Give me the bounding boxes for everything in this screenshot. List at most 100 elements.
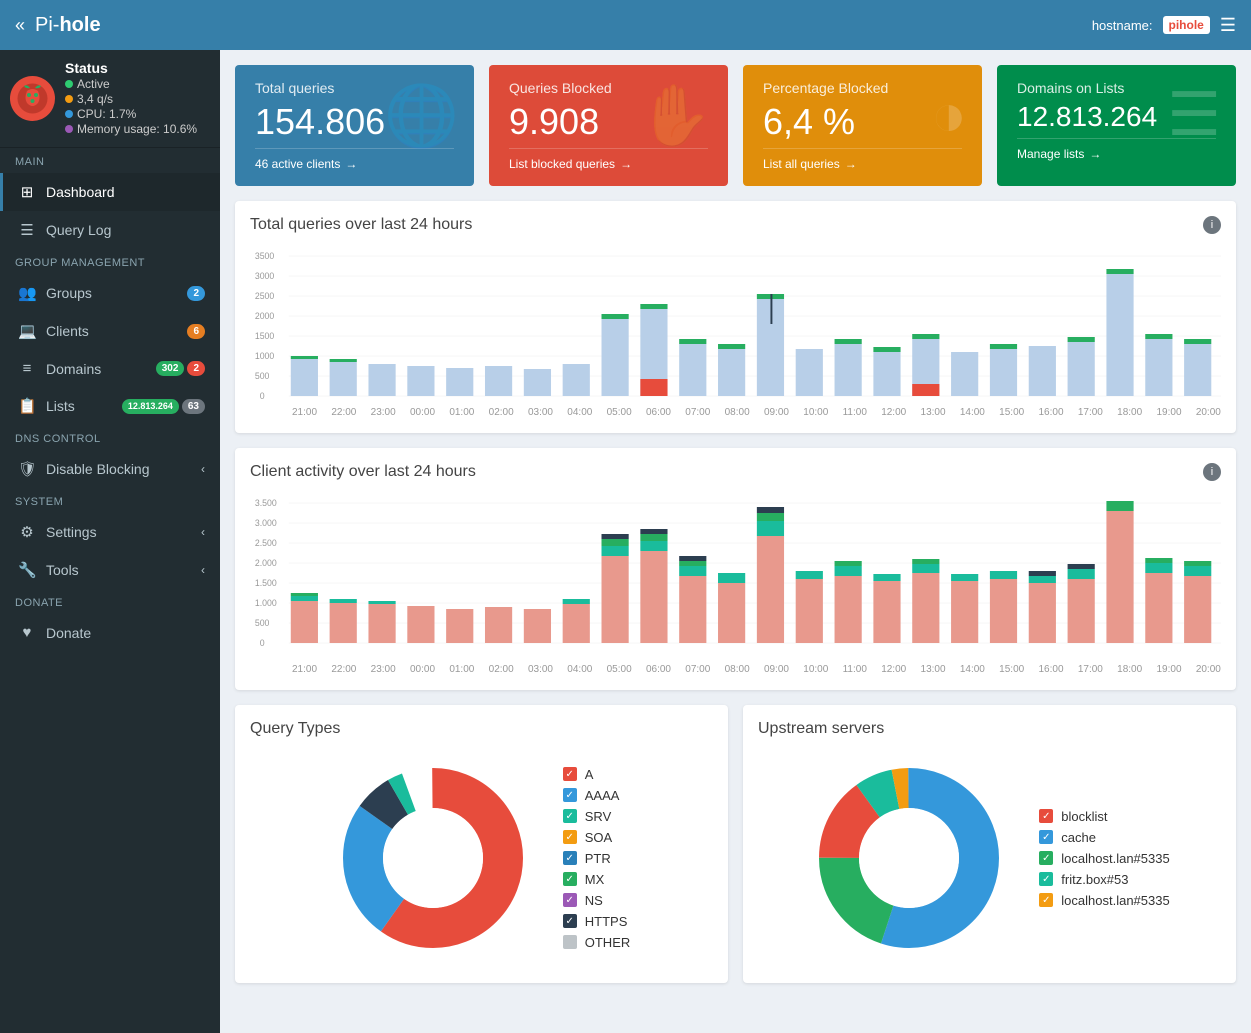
active-label: Active <box>77 77 110 91</box>
sidebar-item-lists[interactable]: 📋 Lists 12.813.264 63 <box>0 387 220 425</box>
hamburger-button[interactable]: ☰ <box>1220 15 1236 36</box>
legend-item-ptr: ✓ PTR <box>563 851 631 866</box>
query-log-icon: ☰ <box>18 221 36 239</box>
legend-item-https: ✓ HTTPS <box>563 914 631 929</box>
clients-badge: 6 <box>187 324 205 339</box>
mem-label: Memory usage: 10.6% <box>77 122 197 136</box>
legend-item-ns: ✓ NS <box>563 893 631 908</box>
stat-card-total-queries: 🌐 Total queries 154.806 46 active client… <box>235 65 474 186</box>
percentage-blocked-footer[interactable]: List all queries → <box>763 148 962 171</box>
arrow-icon: ‹ <box>201 462 205 476</box>
total-queries-footer[interactable]: 46 active clients → <box>255 148 454 171</box>
legend-label-ptr: PTR <box>585 851 611 866</box>
shield-icon: 🛡 <box>18 460 36 478</box>
dashboard-label: Dashboard <box>46 184 205 200</box>
query-types-chart: Query Types <box>235 705 728 983</box>
footer-arrow-icon3: → <box>845 157 857 171</box>
settings-arrow-icon: ‹ <box>201 525 205 539</box>
legend-label-aaaa: AAAA <box>585 788 620 803</box>
groups-badge: 2 <box>187 286 205 301</box>
hostname-value: pihole <box>1163 16 1210 34</box>
sidebar-item-query-log[interactable]: ☰ Query Log <box>0 211 220 249</box>
legend-item-other: OTHER <box>563 935 631 950</box>
heart-icon: ♥ <box>18 624 36 641</box>
sidebar-item-disable-blocking[interactable]: 🛡 Disable Blocking ‹ <box>0 450 220 488</box>
header-right: hostname: pihole ☰ <box>1092 15 1236 36</box>
query-types-container: ✓ A ✓ AAAA ✓ SRV <box>250 748 713 968</box>
footer-arrow-icon4: → <box>1089 147 1101 161</box>
legend-label-other: OTHER <box>585 935 631 950</box>
svg-text:2500: 2500 <box>255 291 274 301</box>
queries-blocked-title: Queries Blocked <box>509 80 708 96</box>
lists-badges: 12.813.264 63 <box>122 399 205 414</box>
upstream-servers-header: Upstream servers <box>758 720 1221 738</box>
legend-label-mx: MX <box>585 872 605 887</box>
status-info: Status Active 3,4 q/s CPU: 1.7% Memory u… <box>65 60 197 137</box>
legend-color-mx: ✓ <box>563 872 577 886</box>
tools-icon: 🔧 <box>18 561 36 579</box>
client-activity-chart: Client activity over last 24 hours i 3.5… <box>235 448 1236 690</box>
clients-icon: 💻 <box>18 322 36 340</box>
legend-color-srv: ✓ <box>563 809 577 823</box>
sidebar-item-groups[interactable]: 👥 Groups 2 <box>0 274 220 312</box>
queries-blocked-footer[interactable]: List blocked queries → <box>509 148 708 171</box>
legend-color-ptr: ✓ <box>563 851 577 865</box>
dashboard-icon: ⊞ <box>18 183 36 201</box>
stat-card-queries-blocked: ✋ Queries Blocked 9.908 List blocked que… <box>489 65 728 186</box>
svg-text:1.000: 1.000 <box>255 598 277 608</box>
lists-badge2: 63 <box>182 399 205 414</box>
avatar <box>10 76 55 121</box>
svg-text:500: 500 <box>255 618 270 628</box>
sidebar-item-domains[interactable]: ≡ Domains 302 2 <box>0 350 220 387</box>
logo-hole: hole <box>59 14 100 36</box>
domains-label: Domains <box>46 361 156 377</box>
settings-label: Settings <box>46 524 201 540</box>
clients-label: Clients <box>46 323 187 339</box>
time-axis-2: 21:0022:0023:0000:0001:0002:0003:0004:00… <box>250 664 1221 675</box>
section-dns-control: DNS CONTROL <box>0 425 220 450</box>
sidebar-item-donate[interactable]: ♥ Donate <box>0 614 220 651</box>
logo-pi: Pi- <box>35 14 59 36</box>
speed-label: 3,4 q/s <box>77 92 113 106</box>
settings-icon: ⚙ <box>18 523 36 541</box>
svg-text:500: 500 <box>255 371 270 381</box>
status-title: Status <box>65 60 197 76</box>
legend-color-other <box>563 935 577 949</box>
speed-dot <box>65 95 73 103</box>
query-types-donut-svg <box>333 758 533 958</box>
svg-text:2000: 2000 <box>255 311 274 321</box>
top-header: « Pi-hole hostname: pihole ☰ <box>0 0 1251 50</box>
section-main: MAIN <box>0 148 220 173</box>
legend-color-cache: ✓ <box>1039 830 1053 844</box>
legend-color-ns: ✓ <box>563 893 577 907</box>
svg-text:1500: 1500 <box>255 331 274 341</box>
svg-text:0: 0 <box>260 638 265 648</box>
legend-label-srv: SRV <box>585 809 612 824</box>
footer-arrow-icon: → <box>345 157 357 171</box>
legend-label-cache: cache <box>1061 830 1096 845</box>
upstream-legend: ✓ blocklist ✓ cache ✓ localhost.lan#5335 <box>1039 809 1169 908</box>
hostname-label: hostname: <box>1092 18 1153 33</box>
logo: Pi-hole <box>35 14 1092 37</box>
section-group-mgmt: GROUP MANAGEMENT <box>0 249 220 274</box>
domains-icon: ≡ <box>18 360 36 377</box>
sidebar-item-dashboard[interactable]: ⊞ Dashboard <box>0 173 220 211</box>
query-types-header: Query Types <box>250 720 713 738</box>
groups-icon: 👥 <box>18 284 36 302</box>
svg-text:1000: 1000 <box>255 351 274 361</box>
total-queries-chart-title: Total queries over last 24 hours <box>250 216 472 234</box>
legend-label-ns: NS <box>585 893 603 908</box>
queries-blocked-footer-text: List blocked queries <box>509 157 615 171</box>
client-activity-chart-header: Client activity over last 24 hours i <box>250 463 1221 481</box>
legend-color-a: ✓ <box>563 767 577 781</box>
client-activity-info-icon[interactable]: i <box>1203 463 1221 481</box>
tools-arrow-icon: ‹ <box>201 563 205 577</box>
footer-arrow-icon2: → <box>620 157 632 171</box>
sidebar-item-tools[interactable]: 🔧 Tools ‹ <box>0 551 220 589</box>
svg-text:0: 0 <box>260 391 265 401</box>
sidebar-item-settings[interactable]: ⚙ Settings ‹ <box>0 513 220 551</box>
legend-label-a: A <box>585 767 594 782</box>
sidebar-collapse-button[interactable]: « <box>15 15 25 36</box>
total-queries-info-icon[interactable]: i <box>1203 216 1221 234</box>
sidebar-item-clients[interactable]: 💻 Clients 6 <box>0 312 220 350</box>
